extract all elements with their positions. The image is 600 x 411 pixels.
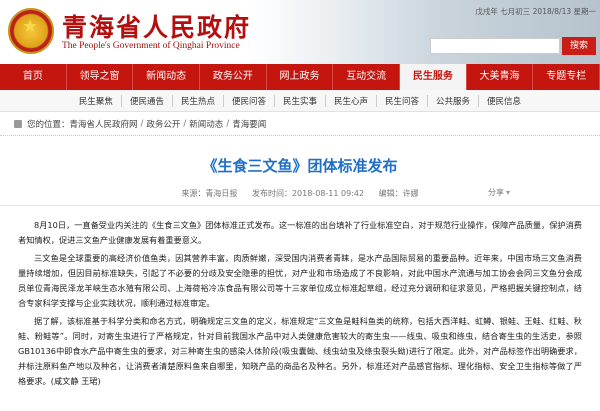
nav-item-home[interactable]: 首页 xyxy=(0,64,67,90)
subnav-item-notices[interactable]: 便民通告 xyxy=(122,94,173,107)
article-editor: 编辑：许娜 xyxy=(378,189,419,198)
nav-item-livelihood[interactable]: 民生服务 xyxy=(400,64,467,90)
site-subtitle: The People's Government of Qinghai Provi… xyxy=(62,41,240,51)
breadcrumb-separator: / xyxy=(183,118,187,129)
share-button[interactable]: 分享 xyxy=(488,187,504,198)
article-time: 发布时间：2018-08-11 09:42 xyxy=(251,189,365,198)
nav-item-leaders[interactable]: 领导之窗 xyxy=(67,64,134,90)
nav-item-news[interactable]: 新闻动态 xyxy=(133,64,201,90)
nav-item-scenic-qinghai[interactable]: 大美青海 xyxy=(467,64,534,90)
location-icon xyxy=(14,119,22,128)
breadcrumb-separator: / xyxy=(140,118,144,129)
nav-item-interaction[interactable]: 互动交流 xyxy=(333,64,401,90)
subnav-item-livelihood-qa[interactable]: 民生问答 xyxy=(377,94,429,107)
subnav-item-public-services[interactable]: 公共服务 xyxy=(428,94,480,107)
subnav-item-focus[interactable]: 民生聚焦 xyxy=(71,94,122,107)
site-header: ★ 青海省人民政府 The People's Government of Qin… xyxy=(0,0,600,64)
sub-nav: 民生聚焦 便民通告 民生热点 便民问答 民生实事 民生心声 民生问答 公共服务 … xyxy=(0,90,600,112)
chevron-down-icon[interactable]: ▾ xyxy=(506,188,510,197)
subnav-item-projects[interactable]: 民生实事 xyxy=(275,94,326,107)
date-display: 戊戌年 七月初三 2018/8/13 星期一 xyxy=(475,7,596,16)
nav-item-affairs[interactable]: 政务公开 xyxy=(200,64,267,90)
article-paragraph: 三文鱼是全球重要的高经济价值鱼类，因其营养丰富，肉质鲜嫩，深受国内消费者青睐，是… xyxy=(18,253,582,308)
nav-item-topics[interactable]: 专题专栏 xyxy=(533,64,600,90)
nav-item-online-services[interactable]: 网上政务 xyxy=(267,64,334,90)
main-nav: 首页 领导之窗 新闻动态 政务公开 网上政务 互动交流 民生服务 大美青海 专题… xyxy=(0,64,600,90)
article-meta: 来源：青海日报 发布时间：2018-08-11 09:42 编辑：许娜 分享 ▾ xyxy=(0,182,600,206)
subnav-item-hotspots[interactable]: 民生热点 xyxy=(173,94,224,107)
national-emblem-icon[interactable]: ★ xyxy=(8,8,54,54)
article-paragraph: 据了解，该标准基于科学分类和命名方式，明确规定三文鱼的定义，标准规定“三文鱼是鲑… xyxy=(18,316,582,386)
breadcrumb-link-qinghai-news[interactable]: 青海要闻 xyxy=(232,118,266,130)
breadcrumb-link-affairs[interactable]: 政务公开 xyxy=(146,118,180,130)
breadcrumb-link-news[interactable]: 新闻动态 xyxy=(189,118,223,130)
subnav-item-voices[interactable]: 民生心声 xyxy=(326,94,378,107)
breadcrumb-link-home[interactable]: 青海省人民政府网 xyxy=(70,118,138,130)
subnav-item-info[interactable]: 便民信息 xyxy=(479,95,529,107)
article-title: 《生食三文鱼》团体标准发布 xyxy=(202,157,398,175)
article-content: 8月10日，一直备受业内关注的《生食三文鱼》团体标准正式发布。这一标准的出台填补… xyxy=(0,206,600,389)
breadcrumb-prefix: 您的位置： xyxy=(27,119,70,130)
article-source: 来源：青海日报 xyxy=(181,189,238,198)
site-title[interactable]: 青海省人民政府 xyxy=(62,8,251,44)
search-button[interactable]: 搜索 xyxy=(562,37,596,55)
search-input[interactable] xyxy=(430,38,560,54)
article-paragraph: 8月10日，一直备受业内关注的《生食三文鱼》团体标准正式发布。这一标准的出台填补… xyxy=(18,220,582,245)
breadcrumb: 您的位置： 青海省人民政府网 / 政务公开 / 新闻动态 / 青海要闻 xyxy=(0,112,600,136)
breadcrumb-separator: / xyxy=(226,118,230,129)
subnav-item-qa[interactable]: 便民问答 xyxy=(224,94,275,107)
